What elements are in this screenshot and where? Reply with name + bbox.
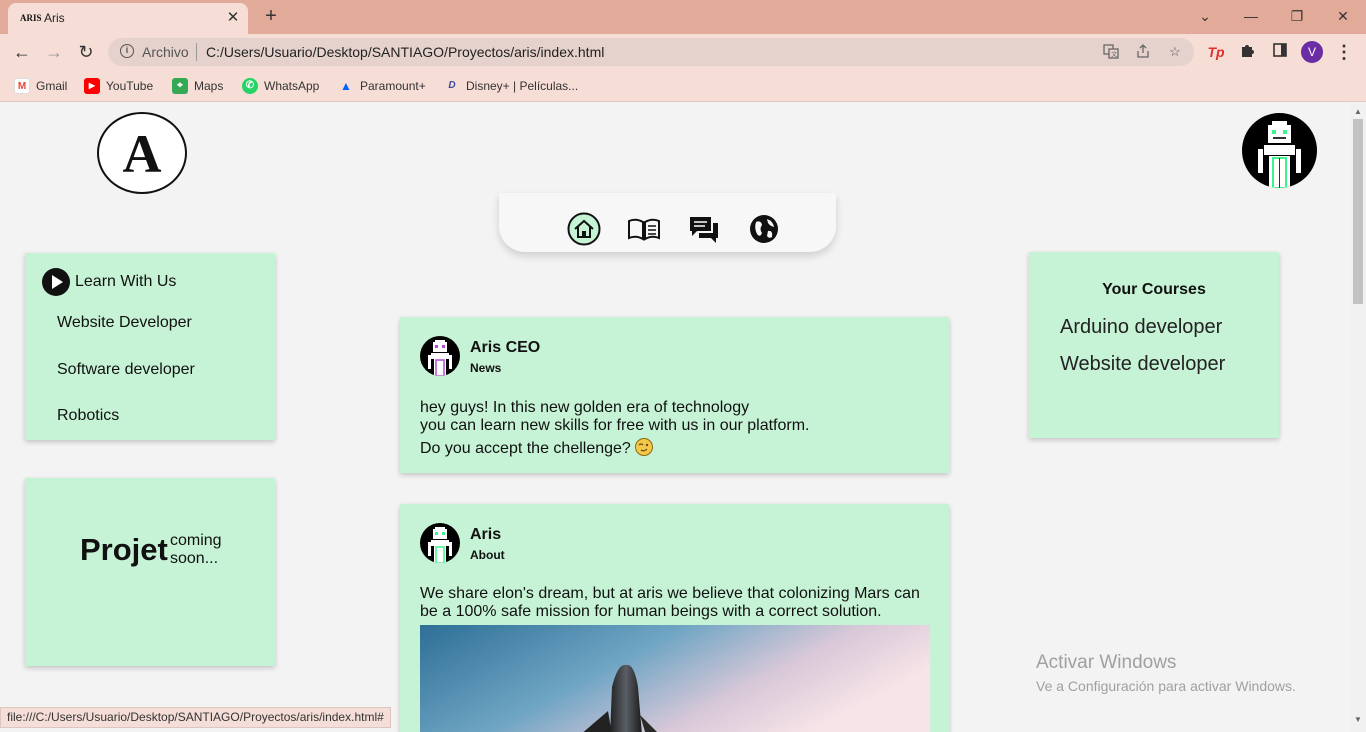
courses-title: Your Courses [1102, 281, 1206, 298]
whatsapp-icon: ✆ [242, 78, 258, 94]
tab-aris[interactable]: ARIS Aris ✕ [8, 3, 248, 34]
learn-item-website[interactable]: Website Developer [57, 314, 192, 332]
new-tab-button[interactable]: + [260, 5, 282, 27]
svg-text:文: 文 [1111, 51, 1117, 59]
bookmark-maps[interactable]: ⌖ Maps [172, 77, 223, 95]
forward-button[interactable]: → [42, 41, 66, 63]
post-author[interactable]: Aris [470, 526, 501, 544]
soon-text: soon... [170, 550, 219, 567]
address-scheme: Archivo [142, 44, 189, 60]
bookmark-label: WhatsApp [264, 79, 320, 93]
status-url-bubble: file:///C:/Users/Usuario/Desktop/SANTIAG… [0, 707, 391, 728]
scroll-thumb[interactable] [1353, 119, 1363, 304]
tab-search-icon[interactable]: ⌄ [1192, 5, 1218, 27]
address-separator [196, 43, 197, 61]
post-line: hey guys! In this new golden era of tech… [420, 399, 750, 416]
coming-text: coming [170, 532, 222, 549]
logo-letter: A [122, 124, 162, 184]
tab-favicon: ARIS [20, 13, 42, 23]
activate-subtitle: Ve a Configuración para activar Windows. [1036, 678, 1296, 694]
post-tag: About [470, 548, 505, 562]
windows-activation-watermark: Activar Windows Ve a Configuración para … [1036, 652, 1296, 694]
bookmark-label: Maps [194, 79, 224, 93]
extensions-puzzle-icon[interactable] [1238, 42, 1258, 62]
scroll-down-arrow-icon[interactable]: ▼ [1354, 715, 1362, 724]
project-card: Projet coming soon... [25, 478, 275, 666]
learn-card: Learn With Us Website Developer Software… [25, 253, 275, 440]
globe-icon[interactable] [747, 212, 781, 246]
scroll-up-arrow-icon[interactable]: ▲ [1354, 107, 1362, 116]
post-card-news: Aris CEO News hey guys! In this new gold… [400, 317, 949, 473]
post-author[interactable]: Aris CEO [470, 339, 540, 357]
address-url[interactable]: C:/Users/Usuario/Desktop/SANTIAGO/Proyec… [206, 44, 604, 60]
menu-icon[interactable]: ⋮ [1334, 42, 1354, 62]
share-icon[interactable] [1134, 43, 1152, 61]
main-nav [499, 193, 836, 252]
minimize-button[interactable]: — [1238, 5, 1264, 27]
gmail-icon: M [14, 78, 30, 94]
project-coming-soon: coming soon... [170, 532, 222, 568]
course-item-arduino[interactable]: Arduino developer [1060, 316, 1222, 339]
post-tag: News [470, 361, 502, 375]
browser-toolbar: ← → ↻ i Archivo C:/Users/Usuario/Desktop… [0, 34, 1366, 70]
course-item-website[interactable]: Website developer [1060, 353, 1225, 376]
bookmark-label: Paramount+ [360, 79, 426, 93]
learn-item-software[interactable]: Software developer [57, 361, 195, 379]
bookmark-youtube[interactable]: ▶ YouTube [84, 77, 153, 95]
learn-item-robotics[interactable]: Robotics [57, 407, 119, 425]
bookmark-disney[interactable]: D Disney+ | Películas... [444, 77, 578, 95]
bookmark-star-icon[interactable]: ☆ [1166, 43, 1184, 61]
tp-extension-icon[interactable]: Tp [1206, 42, 1226, 62]
bookmarks-bar: M Gmail ▶ YouTube ⌖ Maps ✆ WhatsApp ▲ Pa… [0, 70, 1366, 102]
disney-icon: D [448, 80, 456, 91]
bookmark-whatsapp[interactable]: ✆ WhatsApp [242, 77, 319, 95]
youtube-icon: ▶ [84, 78, 100, 94]
chat-icon[interactable] [687, 212, 721, 246]
play-icon [42, 268, 70, 296]
back-button[interactable]: ← [10, 41, 34, 63]
post-text: We share elon's dream, but at aris we be… [420, 585, 920, 620]
aris-logo[interactable]: A [97, 112, 187, 194]
page-scrollbar[interactable]: ▲ ▼ [1350, 103, 1366, 732]
project-title: Projet [80, 532, 168, 567]
translate-icon[interactable]: 文 [1102, 43, 1120, 61]
bookmark-gmail[interactable]: M Gmail [14, 77, 67, 95]
side-panel-icon[interactable] [1270, 42, 1290, 62]
courses-card: Your Courses Arduino developer Website d… [1029, 252, 1279, 438]
starship-rocket-image [420, 625, 930, 732]
post-card-about: Aris About We share elon's dream, but at… [400, 504, 949, 732]
reload-button[interactable]: ↻ [74, 41, 98, 63]
winking-face-emoji-icon [635, 438, 654, 456]
post-line-question: Do you accept the chellenge? [420, 438, 930, 458]
bookmark-label: YouTube [106, 79, 154, 93]
robot-avatar-icon [420, 523, 460, 563]
bookmark-paramount[interactable]: ▲ Paramount+ [338, 77, 426, 95]
close-window-button[interactable]: ✕ [1330, 5, 1356, 27]
robot-avatar-icon [420, 336, 460, 376]
learn-title: Learn With Us [75, 273, 177, 290]
restore-button[interactable]: ❐ [1284, 5, 1310, 27]
bookmark-label: Disney+ | Películas... [466, 79, 579, 93]
address-bar[interactable]: i Archivo C:/Users/Usuario/Desktop/SANTI… [108, 38, 1194, 66]
profile-avatar[interactable]: V [1301, 41, 1323, 63]
tab-strip: ARIS Aris ✕ + ⌄ — ❐ ✕ [0, 0, 1366, 34]
book-icon[interactable] [627, 212, 661, 246]
learn-header[interactable]: Learn With Us [41, 267, 176, 297]
tab-title: Aris [44, 11, 65, 25]
tab-close-icon[interactable]: ✕ [224, 9, 242, 27]
home-icon[interactable] [567, 212, 601, 246]
post-line: you can learn new skills for free with u… [420, 417, 810, 434]
page-viewport: A Learn With Us Website Developer Softwa… [0, 103, 1350, 732]
activate-title: Activar Windows [1036, 652, 1177, 673]
robot-avatar-icon[interactable] [1242, 113, 1317, 188]
paramount-icon: ▲ [340, 79, 352, 93]
bookmark-label: Gmail [36, 79, 68, 93]
maps-icon: ⌖ [172, 78, 188, 94]
site-info-icon[interactable]: i [120, 44, 134, 58]
post-text: hey guys! In this new golden era of tech… [420, 399, 930, 458]
post-line: Do you accept the chellenge? [420, 440, 631, 457]
